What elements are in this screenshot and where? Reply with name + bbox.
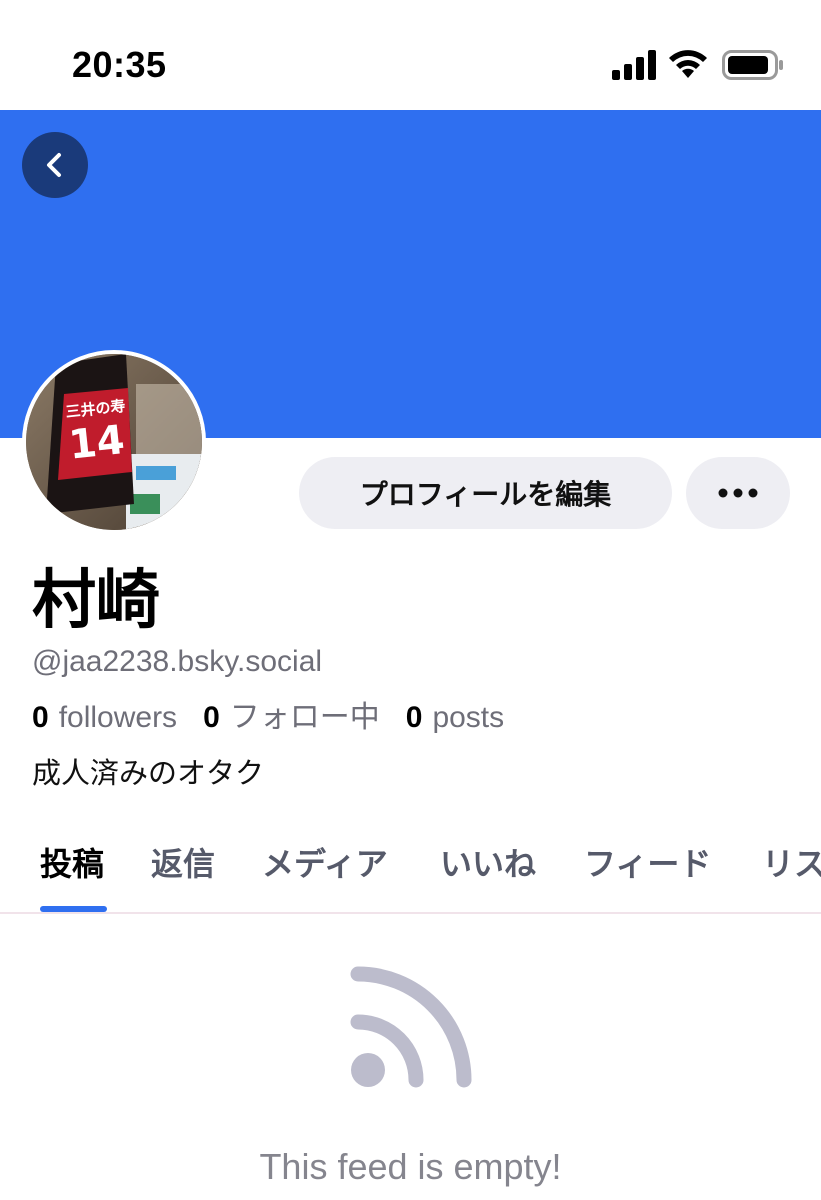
wifi-icon <box>669 50 707 78</box>
empty-feed-message: This feed is empty! <box>259 1146 562 1187</box>
back-button[interactable] <box>22 132 88 198</box>
bio: 成人済みのオタク <box>32 758 265 790</box>
posts-count: 0 <box>405 701 423 734</box>
edit-profile-button[interactable]: プロフィールを編集 <box>299 457 672 529</box>
rss-feed-icon <box>350 966 472 1088</box>
posts-stat: 0 posts <box>406 698 504 738</box>
following-count: 0 <box>203 701 220 734</box>
chevron-left-icon <box>47 153 61 177</box>
profile-stats: 0 followers 0 フォロー中 0 posts <box>32 698 530 738</box>
tab-feeds[interactable]: フィード <box>584 842 711 886</box>
status-bar: 20:35 <box>0 0 821 110</box>
tab-replies[interactable]: 返信 <box>151 842 215 886</box>
handle: @jaa2238.bsky.social <box>32 645 323 678</box>
posts-label: posts <box>432 701 505 734</box>
followers-count: 0 <box>32 701 49 734</box>
ellipsis-icon <box>718 488 758 498</box>
followers-stat[interactable]: 0 followers <box>32 698 177 738</box>
followers-label: followers <box>58 701 178 734</box>
tab-media[interactable]: メディア <box>262 842 388 886</box>
avatar-image: 三井の寿 14 <box>26 354 202 530</box>
profile-tabs: 投稿 返信 メディア いいね フィード リスト <box>0 822 821 914</box>
status-time: 20:35 <box>72 44 167 85</box>
active-tab-indicator <box>40 906 107 912</box>
tab-divider <box>0 912 821 914</box>
profile-screen: 20:35 三井の寿 14 プロフィールを編集 村崎 @jaa2238.bsky… <box>0 0 821 1200</box>
more-options-button[interactable] <box>686 457 790 529</box>
display-name: 村崎 <box>32 564 160 636</box>
signal-icon <box>612 50 656 80</box>
tab-likes[interactable]: いいね <box>440 842 536 886</box>
following-stat[interactable]: 0 フォロー中 <box>203 698 380 738</box>
tab-posts[interactable]: 投稿 <box>40 842 104 886</box>
battery-icon <box>722 50 783 80</box>
svg-text:14: 14 <box>67 417 127 469</box>
tab-lists[interactable]: リスト <box>762 842 821 886</box>
following-label: フォロー中 <box>229 701 380 734</box>
avatar[interactable]: 三井の寿 14 <box>22 350 206 534</box>
